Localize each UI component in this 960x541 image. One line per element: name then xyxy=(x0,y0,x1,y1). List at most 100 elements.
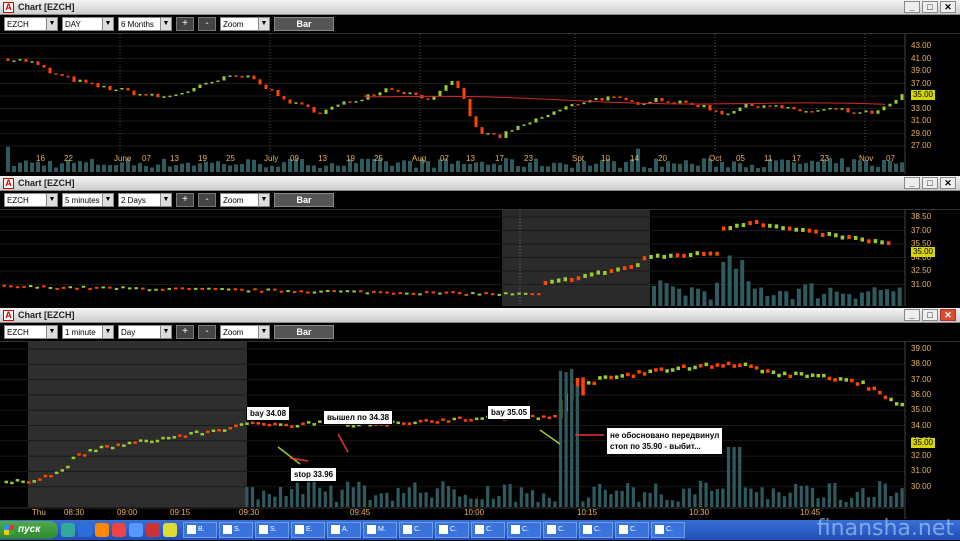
task-label: C. xyxy=(486,526,493,533)
taskbar-task-button[interactable]: S. xyxy=(255,522,289,538)
volume-bar xyxy=(463,494,467,507)
x-tick-label: 13 xyxy=(170,154,179,163)
chart-type-button[interactable]: Bar xyxy=(274,17,334,31)
last-price-badge: 35.00 xyxy=(911,438,935,448)
volume-bar xyxy=(18,162,22,172)
volume-bar xyxy=(546,166,550,172)
volume-bar xyxy=(816,161,820,172)
quicklaunch-icon[interactable] xyxy=(163,523,177,537)
x-tick-label: 25 xyxy=(374,154,383,163)
task-label: C. xyxy=(522,526,529,533)
candle xyxy=(728,226,732,231)
five-minute-chart[interactable]: 38.50 37.00 35.50 34.00 32.50 31.00 35.00 xyxy=(0,210,960,306)
minimize-icon[interactable]: _ xyxy=(904,177,920,189)
close-icon[interactable]: ✕ xyxy=(940,177,956,189)
taskbar-task-button[interactable]: M. xyxy=(363,522,397,538)
volume-bar xyxy=(84,162,88,172)
symbol-select[interactable]: EZCH ▼ xyxy=(4,325,58,339)
chart-type-button[interactable]: Bar xyxy=(274,325,334,339)
taskbar-task-button[interactable]: C. xyxy=(615,522,649,538)
zoom-out-button[interactable]: - xyxy=(198,193,216,207)
taskbar-task-button[interactable]: E. xyxy=(291,522,325,538)
zoom-out-button[interactable]: - xyxy=(198,325,216,339)
candle xyxy=(598,376,602,380)
minimize-icon[interactable]: _ xyxy=(904,309,920,321)
candle xyxy=(138,439,143,442)
title-bar[interactable]: A Chart [EZCH] _ □ ✕ xyxy=(0,0,960,15)
taskbar-task-button[interactable]: C. xyxy=(579,522,613,538)
close-icon[interactable]: ✕ xyxy=(940,1,956,13)
candle xyxy=(738,363,742,368)
interval-select[interactable]: DAY ▼ xyxy=(62,17,114,31)
maximize-icon[interactable]: □ xyxy=(922,309,938,321)
volume-bar xyxy=(312,481,316,507)
quicklaunch-icon[interactable] xyxy=(129,523,143,537)
range-select[interactable]: Day ▼ xyxy=(118,325,172,339)
volume-bar xyxy=(891,291,896,306)
taskbar-task-button[interactable]: C. xyxy=(435,522,469,538)
volume-bar xyxy=(138,162,142,172)
candle xyxy=(622,266,627,271)
volume-bar xyxy=(618,167,622,172)
taskbar-task-button[interactable]: S. xyxy=(219,522,253,538)
volume-bar xyxy=(847,294,852,306)
candle xyxy=(810,373,815,377)
candle xyxy=(166,436,171,440)
symbol-select[interactable]: EZCH ▼ xyxy=(4,17,58,31)
candle xyxy=(586,381,591,385)
maximize-icon[interactable]: □ xyxy=(922,1,938,13)
zoom-out-button[interactable]: - xyxy=(198,17,216,31)
taskbar-task-button[interactable]: C. xyxy=(507,522,541,538)
one-minute-chart[interactable]: 39.0038.0037.0036.0035.0034.0033.0032.00… xyxy=(0,342,960,519)
taskbar-task-button[interactable]: C. xyxy=(399,522,433,538)
candle xyxy=(216,80,220,83)
volume-bar xyxy=(594,163,598,172)
minimize-icon[interactable]: _ xyxy=(904,1,920,13)
start-button[interactable]: пуск xyxy=(0,521,58,539)
candle xyxy=(252,75,256,80)
zoom-select[interactable]: Zoom ▼ xyxy=(220,325,270,339)
close-icon[interactable]: ✕ xyxy=(940,309,956,321)
quicklaunch-icon[interactable] xyxy=(78,523,92,537)
zoom-in-button[interactable]: + xyxy=(176,325,194,339)
quicklaunch-icon[interactable] xyxy=(112,523,126,537)
maximize-icon[interactable]: □ xyxy=(922,177,938,189)
candle xyxy=(546,114,550,118)
zoom-in-button[interactable]: + xyxy=(176,193,194,207)
taskbar-task-button[interactable]: A. xyxy=(327,522,361,538)
quicklaunch-icon[interactable] xyxy=(146,523,160,537)
daily-chart[interactable]: 43.00 41.00 39.00 37.00 35.00 33.00 31.00 29.00… xyxy=(0,34,960,174)
candle xyxy=(28,285,33,288)
last-price-badge: 35.00 xyxy=(911,247,935,257)
zoom-in-button[interactable]: + xyxy=(176,17,194,31)
candle xyxy=(788,374,792,379)
x-tick-label: 17 xyxy=(495,154,504,163)
range-select[interactable]: 6 Months ▼ xyxy=(118,17,172,31)
taskbar-task-button[interactable]: B. xyxy=(183,522,217,538)
range-select[interactable]: 2 Days ▼ xyxy=(118,193,172,207)
volume-bar xyxy=(664,283,669,306)
zoom-select[interactable]: Zoom ▼ xyxy=(220,193,270,207)
title-bar[interactable]: A Chart [EZCH] _ □ ✕ xyxy=(0,176,960,191)
chart-type-button[interactable]: Bar xyxy=(274,193,334,207)
taskbar-task-button[interactable]: C. xyxy=(471,522,505,538)
candle xyxy=(61,286,66,289)
title-bar[interactable]: A Chart [EZCH] _ □ ✕ xyxy=(0,308,960,323)
candle xyxy=(318,112,322,115)
candle xyxy=(168,95,172,98)
quicklaunch-icon[interactable] xyxy=(61,523,75,537)
volume-bar xyxy=(42,165,46,172)
candle xyxy=(141,287,145,290)
candle xyxy=(239,423,244,426)
zoom-select[interactable]: Zoom ▼ xyxy=(220,17,270,31)
interval-select[interactable]: 1 minute ▼ xyxy=(62,325,114,339)
quicklaunch-icon[interactable] xyxy=(95,523,109,537)
task-label: S. xyxy=(234,526,241,533)
taskbar-task-button[interactable]: C. xyxy=(543,522,577,538)
candle xyxy=(704,362,708,367)
symbol-select[interactable]: EZCH ▼ xyxy=(4,193,58,207)
x-tick-label: 07 xyxy=(886,154,895,163)
interval-select[interactable]: 5 minutes ▼ xyxy=(62,193,114,207)
taskbar-task-button[interactable]: C. xyxy=(651,522,685,538)
candle xyxy=(358,290,363,293)
